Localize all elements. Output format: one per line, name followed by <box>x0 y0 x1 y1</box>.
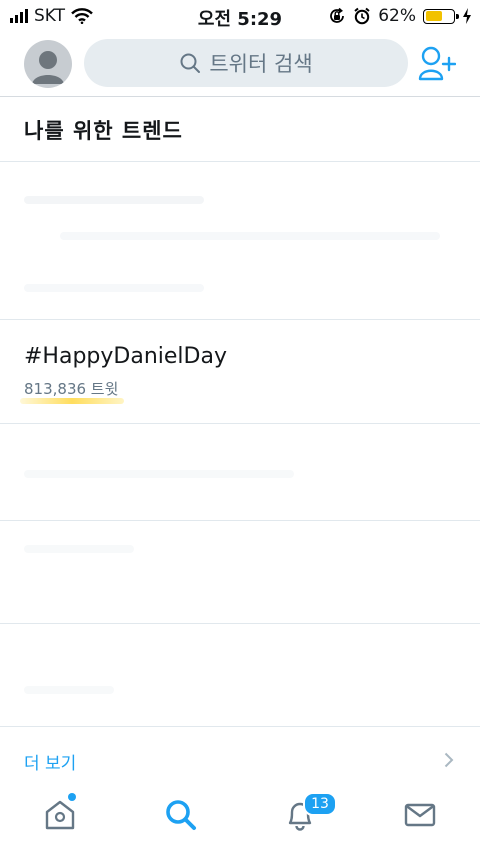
search-icon <box>180 53 201 73</box>
search-icon <box>166 800 196 830</box>
add-user-icon <box>418 46 457 81</box>
add-user-button[interactable] <box>418 46 457 82</box>
alarm-icon <box>354 7 370 25</box>
blurred-text <box>24 545 134 553</box>
blurred-text <box>24 196 204 204</box>
blurred-text <box>24 284 204 292</box>
avatar-icon <box>32 51 64 84</box>
trend-hashtag[interactable]: #HappyDanielDay <box>24 344 227 369</box>
battery-icon <box>423 8 459 24</box>
battery-percent: 62% <box>378 6 416 26</box>
trends-title: 나를 위한 트렌드 <box>24 119 183 143</box>
show-more-label: 더 보기 <box>24 754 77 774</box>
tab-search[interactable] <box>151 793 211 837</box>
charging-icon <box>463 8 471 24</box>
tab-home[interactable] <box>30 793 90 837</box>
status-right: 62% <box>328 5 472 27</box>
avatar[interactable] <box>24 40 72 88</box>
messages-icon <box>404 803 436 827</box>
trend-item-blurred[interactable] <box>0 624 480 726</box>
trend-item[interactable]: #HappyDanielDay 813,836 트윗 <box>0 320 480 424</box>
tab-bar: 13 <box>0 779 480 852</box>
home-icon <box>45 800 75 830</box>
search-input[interactable]: 트위터 검색 <box>84 39 408 87</box>
trend-item-blurred[interactable] <box>0 424 480 521</box>
new-content-dot <box>68 793 76 801</box>
status-bar: SKT 오전 5:29 62% <box>0 0 480 32</box>
trend-item-blurred[interactable] <box>0 162 480 320</box>
trend-tweet-count: 813,836 트윗 <box>24 380 119 398</box>
trends-header: 나를 위한 트렌드 <box>0 97 480 162</box>
notification-badge: 13 <box>303 792 337 816</box>
header: 트위터 검색 <box>0 32 480 97</box>
battery-fill <box>425 11 442 21</box>
chevron-right-icon <box>444 752 454 768</box>
show-more-link[interactable]: 더 보기 <box>0 726 480 780</box>
blurred-text <box>24 686 114 694</box>
tab-messages[interactable] <box>390 793 450 837</box>
search-placeholder: 트위터 검색 <box>209 52 313 76</box>
blurred-text <box>60 232 440 240</box>
trend-item-blurred[interactable] <box>0 521 480 624</box>
orientation-lock-icon <box>330 7 345 23</box>
blurred-text <box>24 470 294 478</box>
